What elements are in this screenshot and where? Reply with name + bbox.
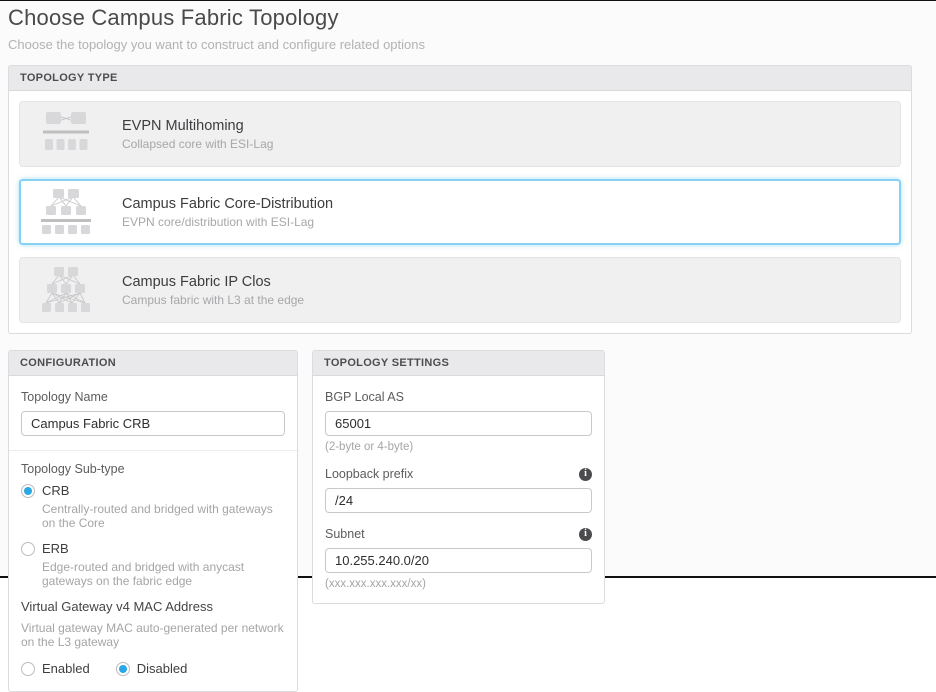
- bgp-local-as-input[interactable]: [325, 411, 592, 436]
- topology-option-ip-clos[interactable]: Campus Fabric IP Clos Campus fabric with…: [19, 257, 901, 323]
- loopback-prefix-input[interactable]: [325, 488, 592, 513]
- radio-icon[interactable]: [21, 662, 35, 676]
- subtype-radio-crb[interactable]: CRB: [21, 483, 285, 498]
- page-header: Choose Campus Fabric Topology Choose the…: [0, 1, 936, 52]
- disabled-label: Disabled: [137, 661, 188, 676]
- subtype-crb-label: CRB: [42, 483, 69, 498]
- subtype-erb-description: Edge-routed and bridged with anycast gat…: [42, 560, 285, 588]
- configuration-header: CONFIGURATION: [9, 351, 297, 376]
- subnet-label: Subnet: [325, 527, 365, 541]
- virtual-gateway-description: Virtual gateway MAC auto-generated per n…: [21, 621, 285, 649]
- topology-option-core-distribution[interactable]: Campus Fabric Core-Distribution EVPN cor…: [19, 179, 901, 245]
- radio-icon[interactable]: [21, 542, 35, 556]
- topology-type-options: EVPN Multihoming Collapsed core with ESI…: [9, 91, 911, 333]
- core-distribution-icon: [40, 188, 92, 236]
- bottom-panels-row: CONFIGURATION Topology Name Topology Sub…: [8, 350, 928, 692]
- topology-type-header: TOPOLOGY TYPE: [9, 66, 911, 91]
- topology-option-evpn-multihoming[interactable]: EVPN Multihoming Collapsed core with ESI…: [19, 101, 901, 167]
- virtual-gateway-radio-disabled[interactable]: Disabled: [116, 661, 188, 676]
- topology-option-title: Campus Fabric IP Clos: [122, 274, 304, 290]
- radio-icon[interactable]: [21, 484, 35, 498]
- topology-type-panel: TOPOLOGY TYPE EVPN Multih: [8, 65, 912, 334]
- topology-name-input[interactable]: [21, 411, 285, 436]
- virtual-gateway-radio-enabled[interactable]: Enabled: [21, 661, 90, 676]
- topology-settings-header: TOPOLOGY SETTINGS: [313, 351, 604, 376]
- subtype-erb-label: ERB: [42, 541, 69, 556]
- loopback-prefix-label: Loopback prefix: [325, 467, 413, 481]
- topology-name-label: Topology Name: [21, 390, 285, 404]
- virtual-gateway-label: Virtual Gateway v4 MAC Address: [21, 599, 285, 614]
- page-subtitle: Choose the topology you want to construc…: [8, 37, 928, 52]
- ip-clos-icon: [40, 266, 92, 314]
- info-icon[interactable]: i: [579, 468, 592, 481]
- topology-option-title: Campus Fabric Core-Distribution: [122, 196, 333, 212]
- info-icon[interactable]: i: [579, 528, 592, 541]
- virtual-gateway-radio-group: Enabled Disabled: [21, 661, 285, 676]
- evpn-multihoming-icon: [40, 110, 92, 158]
- bgp-local-as-hint: (2-byte or 4-byte): [325, 441, 592, 453]
- page-title: Choose Campus Fabric Topology: [8, 5, 928, 31]
- subtype-radio-erb[interactable]: ERB: [21, 541, 285, 556]
- radio-icon[interactable]: [116, 662, 130, 676]
- bgp-local-as-label: BGP Local AS: [325, 390, 592, 404]
- topology-subtype-label: Topology Sub-type: [21, 462, 285, 476]
- subtype-crb-description: Centrally-routed and bridged with gatewa…: [42, 502, 285, 530]
- enabled-label: Enabled: [42, 661, 90, 676]
- topology-option-description: Collapsed core with ESI-Lag: [122, 137, 273, 151]
- divider: [9, 450, 297, 451]
- topology-option-title: EVPN Multihoming: [122, 118, 273, 134]
- choose-campus-fabric-topology-page: Choose Campus Fabric Topology Choose the…: [0, 0, 936, 578]
- configuration-panel: CONFIGURATION Topology Name Topology Sub…: [8, 350, 298, 692]
- subnet-hint: (xxx.xxx.xxx.xxx/xx): [325, 578, 592, 590]
- topology-option-description: EVPN core/distribution with ESI-Lag: [122, 215, 333, 229]
- topology-settings-panel: TOPOLOGY SETTINGS BGP Local AS (2-byte o…: [312, 350, 605, 604]
- topology-option-description: Campus fabric with L3 at the edge: [122, 293, 304, 307]
- subnet-input[interactable]: [325, 548, 592, 573]
